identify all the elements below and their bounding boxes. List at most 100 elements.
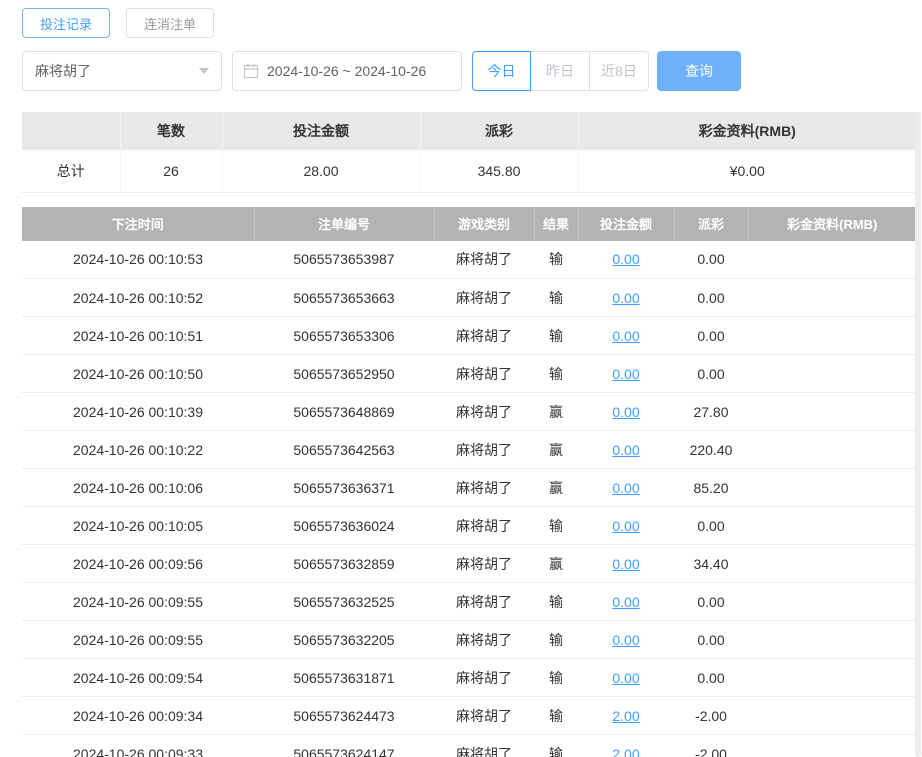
bet-amount-link[interactable]: 0.00 xyxy=(612,290,639,306)
summary-header-row: 笔数 投注金额 派彩 彩金资料(RMB) xyxy=(22,112,916,150)
bet-amount-cell: 0.00 xyxy=(578,506,674,545)
bet-time-cell: 2024-10-26 00:10:06 xyxy=(22,468,254,507)
date-range-input[interactable]: 2024-10-26 ~ 2024-10-26 xyxy=(232,51,462,91)
tab-cancelled-orders[interactable]: 连消注单 xyxy=(126,8,215,38)
payout-cell: 0.00 xyxy=(674,240,748,279)
table-row: 2024-10-26 00:10:39 5065573648869 麻将胡了赢 0.0… xyxy=(22,392,916,431)
result-cell: 赢 xyxy=(534,544,578,583)
bet-amount-link[interactable]: 0.00 xyxy=(612,251,639,267)
bet-amount-cell: 0.00 xyxy=(578,658,674,697)
bonus-cell xyxy=(748,734,916,757)
game-type-cell: 麻将胡了 xyxy=(434,506,534,545)
bet-amount-link[interactable]: 0.00 xyxy=(612,556,639,572)
search-button[interactable]: 查询 xyxy=(657,51,741,91)
col-header-payout: 派彩 xyxy=(674,206,749,241)
bet-time-cell: 2024-10-26 00:10:51 xyxy=(22,316,254,355)
bet-amount-cell: 0.00 xyxy=(578,316,674,355)
game-type-cell: 麻将胡了 xyxy=(434,354,534,393)
bet-amount-cell: 2.00 xyxy=(578,734,674,757)
table-row: 2024-10-26 00:10:50 5065573652950 麻将胡了输 0.0… xyxy=(22,354,916,393)
bet-amount-link[interactable]: 0.00 xyxy=(612,480,639,496)
date-range-value: 2024-10-26 ~ 2024-10-26 xyxy=(267,63,427,79)
game-type-cell: 麻将胡了 xyxy=(434,620,534,659)
chevron-down-icon xyxy=(199,68,209,74)
summary-count-value: 26 xyxy=(120,150,223,193)
bet-amount-cell: 0.00 xyxy=(578,392,674,431)
order-id-cell: 5065573653663 xyxy=(254,278,434,317)
bet-amount-cell: 0.00 xyxy=(578,582,674,621)
table-row: 2024-10-26 00:10:53 5065573653987 麻将胡了输 0.0… xyxy=(22,240,916,279)
game-type-cell: 麻将胡了 xyxy=(434,316,534,355)
order-id-cell: 5065573642563 xyxy=(254,430,434,469)
bet-time-cell: 2024-10-26 00:09:54 xyxy=(22,658,254,697)
table-row: 2024-10-26 00:10:52 5065573653663 麻将胡了输 0.0… xyxy=(22,278,916,317)
bet-time-cell: 2024-10-26 00:10:39 xyxy=(22,392,254,431)
summary-bonus-value: ¥0.00 xyxy=(578,150,916,193)
result-cell: 输 xyxy=(534,734,578,757)
payout-cell: 0.00 xyxy=(674,316,748,355)
order-id-cell: 5065573632205 xyxy=(254,620,434,659)
result-cell: 赢 xyxy=(534,392,578,431)
table-row: 2024-10-26 00:10:22 5065573642563 麻将胡了赢 0.0… xyxy=(22,430,916,469)
filter-bar: 麻将胡了 2024-10-26 ~ 2024-10-26 今日 昨日 近8日 查… xyxy=(22,51,916,91)
bet-amount-link[interactable]: 2.00 xyxy=(612,746,639,757)
bet-amount-link[interactable]: 0.00 xyxy=(612,366,639,382)
payout-cell: 27.80 xyxy=(674,392,748,431)
result-cell: 输 xyxy=(534,354,578,393)
result-cell: 输 xyxy=(534,278,578,317)
game-select[interactable]: 麻将胡了 xyxy=(22,51,222,91)
vertical-scrollbar[interactable] xyxy=(915,112,921,757)
tab-bet-records[interactable]: 投注记录 xyxy=(22,8,111,38)
result-cell: 输 xyxy=(534,582,578,621)
order-id-cell: 5065573624147 xyxy=(254,734,434,757)
table-row: 2024-10-26 00:09:56 5065573632859 麻将胡了赢 0.0… xyxy=(22,544,916,583)
game-type-cell: 麻将胡了 xyxy=(434,734,534,757)
bet-amount-cell: 0.00 xyxy=(578,354,674,393)
game-type-cell: 麻将胡了 xyxy=(434,468,534,507)
quick-8days-button[interactable]: 近8日 xyxy=(590,51,649,91)
bonus-cell xyxy=(748,392,916,431)
col-header-bonus: 彩金资料(RMB) xyxy=(748,206,916,241)
summary-header-bonus: 彩金资料(RMB) xyxy=(578,112,916,150)
col-header-bet-time: 下注时间 xyxy=(22,206,255,241)
table-row: 2024-10-26 00:09:54 5065573631871 麻将胡了输 0.0… xyxy=(22,658,916,697)
bet-time-cell: 2024-10-26 00:09:55 xyxy=(22,582,254,621)
table-row: 2024-10-26 00:10:51 5065573653306 麻将胡了输 0.0… xyxy=(22,316,916,355)
bet-amount-link[interactable]: 0.00 xyxy=(612,594,639,610)
game-type-cell: 麻将胡了 xyxy=(434,544,534,583)
bet-time-cell: 2024-10-26 00:10:50 xyxy=(22,354,254,393)
bet-amount-link[interactable]: 0.00 xyxy=(612,518,639,534)
game-type-cell: 麻将胡了 xyxy=(434,392,534,431)
bonus-cell xyxy=(748,582,916,621)
quick-yesterday-button[interactable]: 昨日 xyxy=(531,51,590,91)
bet-amount-cell: 0.00 xyxy=(578,468,674,507)
bet-amount-link[interactable]: 0.00 xyxy=(612,442,639,458)
bet-amount-link[interactable]: 0.00 xyxy=(612,632,639,648)
summary-header-count: 笔数 xyxy=(120,112,223,150)
bet-amount-link[interactable]: 0.00 xyxy=(612,670,639,686)
table-row: 2024-10-26 00:10:06 5065573636371 麻将胡了赢 0.0… xyxy=(22,468,916,507)
quick-today-button[interactable]: 今日 xyxy=(472,51,531,91)
payout-cell: 85.20 xyxy=(674,468,748,507)
bet-amount-cell: 0.00 xyxy=(578,620,674,659)
order-id-cell: 5065573652950 xyxy=(254,354,434,393)
payout-cell: 0.00 xyxy=(674,354,748,393)
bet-time-cell: 2024-10-26 00:10:22 xyxy=(22,430,254,469)
summary-table: 笔数 投注金额 派彩 彩金资料(RMB) 总计 26 28.00 345.80 … xyxy=(22,112,916,193)
result-cell: 输 xyxy=(534,240,578,279)
game-type-cell: 麻将胡了 xyxy=(434,278,534,317)
bet-time-cell: 2024-10-26 00:09:55 xyxy=(22,620,254,659)
game-type-cell: 麻将胡了 xyxy=(434,658,534,697)
table-row: 2024-10-26 00:09:55 5065573632525 麻将胡了输 0.0… xyxy=(22,582,916,621)
result-cell: 赢 xyxy=(534,430,578,469)
calendar-icon xyxy=(243,63,259,79)
table-row: 2024-10-26 00:09:33 5065573624147 麻将胡了输 2.0… xyxy=(22,734,916,757)
game-select-value: 麻将胡了 xyxy=(35,63,91,79)
summary-bet-amount-value: 28.00 xyxy=(222,150,421,193)
result-cell: 赢 xyxy=(534,468,578,507)
bet-time-cell: 2024-10-26 00:09:56 xyxy=(22,544,254,583)
bet-amount-link[interactable]: 0.00 xyxy=(612,328,639,344)
game-type-cell: 麻将胡了 xyxy=(434,696,534,735)
bet-amount-link[interactable]: 0.00 xyxy=(612,404,639,420)
bet-amount-link[interactable]: 2.00 xyxy=(612,708,639,724)
